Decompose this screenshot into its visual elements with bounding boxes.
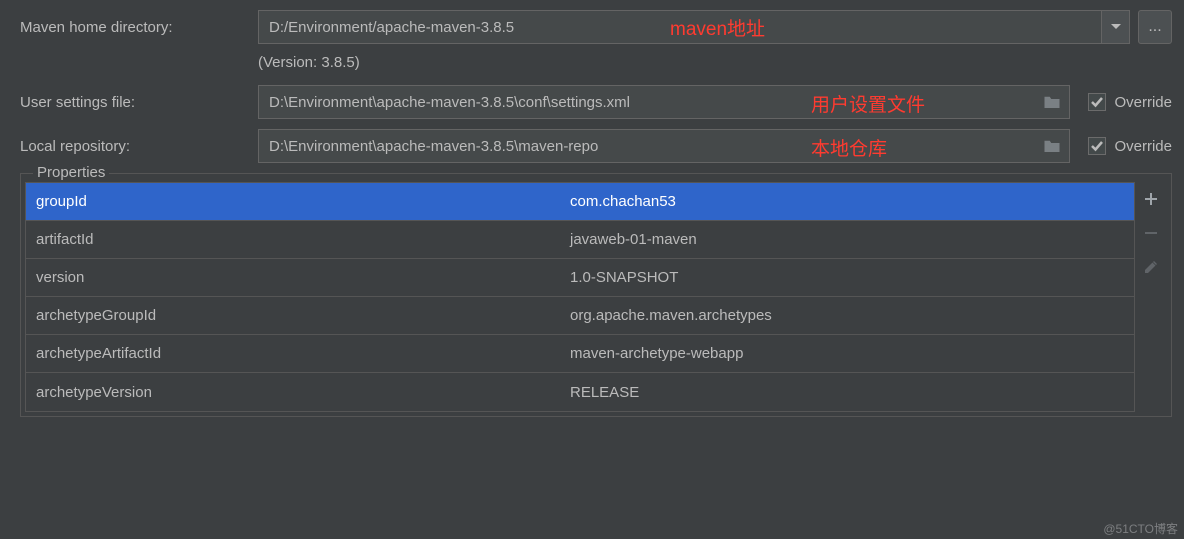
property-value: org.apache.maven.archetypes [566,307,1134,324]
edit-property-button[interactable] [1137,252,1165,282]
maven-home-combobox[interactable]: D:/Environment/apache-maven-3.8.5 maven地… [258,10,1102,44]
chevron-down-icon [1111,24,1121,30]
property-value: com.chachan53 [566,193,1134,210]
user-settings-value: D:\Environment\apache-maven-3.8.5\conf\s… [269,94,630,111]
user-settings-override-label: Override [1114,94,1172,111]
property-key: version [26,269,566,286]
property-value: maven-archetype-webapp [566,345,1134,362]
property-key: archetypeVersion [26,384,566,401]
table-row[interactable]: archetypeVersion RELEASE [26,373,1134,411]
annotation-maven-addr: maven地址 [670,14,765,41]
folder-icon[interactable] [1043,138,1061,154]
maven-home-dropdown-button[interactable] [1102,10,1130,44]
annotation-user-settings: 用户设置文件 [811,90,925,117]
remove-property-button[interactable] [1137,218,1165,248]
maven-home-value: D:/Environment/apache-maven-3.8.5 [269,19,514,36]
maven-home-browse-button[interactable]: ... [1138,10,1172,44]
maven-version-text: (Version: 3.8.5) [258,54,360,71]
local-repo-field[interactable]: D:\Environment\apache-maven-3.8.5\maven-… [258,129,1070,163]
plus-icon [1143,191,1159,207]
local-repo-override-label: Override [1114,138,1172,155]
table-row[interactable]: version 1.0-SNAPSHOT [26,259,1134,297]
label-user-settings: User settings file: [20,94,258,111]
properties-group-label: Properties [33,164,109,181]
user-settings-override-checkbox[interactable]: Override [1088,93,1172,111]
property-value: javaweb-01-maven [566,231,1134,248]
property-key: archetypeArtifactId [26,345,566,362]
add-property-button[interactable] [1137,184,1165,214]
property-value: RELEASE [566,384,1134,401]
user-settings-field[interactable]: D:\Environment\apache-maven-3.8.5\conf\s… [258,85,1070,119]
folder-icon[interactable] [1043,94,1061,110]
property-key: artifactId [26,231,566,248]
table-row[interactable]: archetypeGroupId org.apache.maven.archet… [26,297,1134,335]
minus-icon [1143,225,1159,241]
property-value: 1.0-SNAPSHOT [566,269,1134,286]
local-repo-value: D:\Environment\apache-maven-3.8.5\maven-… [269,138,598,155]
watermark: @51CTO博客 [1103,520,1178,537]
table-row[interactable]: archetypeArtifactId maven-archetype-weba… [26,335,1134,373]
label-maven-home: Maven home directory: [20,19,258,36]
property-key: groupId [26,193,566,210]
table-row[interactable]: artifactId javaweb-01-maven [26,221,1134,259]
checkmark-icon [1091,140,1103,152]
property-key: archetypeGroupId [26,307,566,324]
label-local-repo: Local repository: [20,138,258,155]
local-repo-override-checkbox[interactable]: Override [1088,137,1172,155]
table-row[interactable]: groupId com.chachan53 [26,183,1134,221]
pencil-icon [1143,259,1159,275]
annotation-local-repo: 本地仓库 [811,134,887,161]
properties-table[interactable]: groupId com.chachan53 artifactId javaweb… [25,182,1135,412]
checkmark-icon [1091,96,1103,108]
